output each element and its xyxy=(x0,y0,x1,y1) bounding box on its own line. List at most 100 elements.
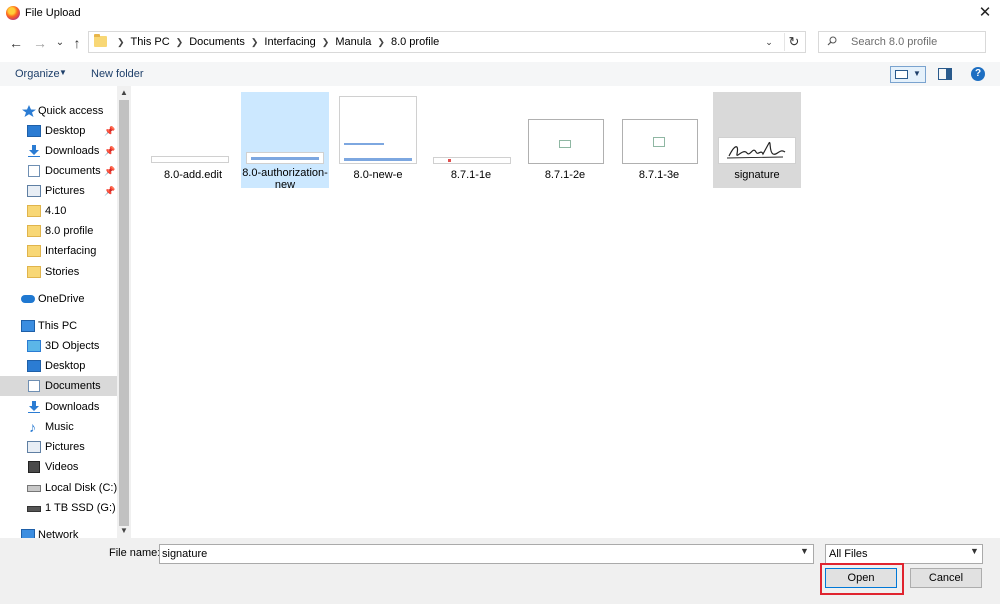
sidebar-item-quick-access[interactable]: Quick access xyxy=(0,101,117,121)
documents-icon xyxy=(28,165,40,177)
sidebar-item-desktop-pc[interactable]: Desktop xyxy=(0,356,117,376)
desktop-icon xyxy=(27,125,41,137)
up-arrow-icon[interactable]: ↑ xyxy=(70,34,84,52)
view-icon xyxy=(895,70,908,79)
sidebar-item-label: Stories xyxy=(45,266,80,278)
local-disk-icon xyxy=(27,485,41,492)
search-box[interactable]: Search 8.0 profile xyxy=(818,31,986,53)
sidebar-item-music[interactable]: ♪ Music xyxy=(0,417,117,437)
3d-objects-icon xyxy=(27,340,41,352)
sidebar-item-label: Network xyxy=(38,529,79,538)
chevron-down-icon[interactable]: ▼ xyxy=(800,546,809,556)
sidebar-item-onedrive[interactable]: OneDrive xyxy=(0,289,117,309)
documents-icon xyxy=(28,380,40,392)
open-button[interactable]: Open xyxy=(825,568,897,588)
sidebar-item-network[interactable]: Network xyxy=(0,525,117,538)
sidebar-item-videos[interactable]: Videos xyxy=(0,457,117,477)
sidebar-item-3d-objects[interactable]: 3D Objects xyxy=(0,336,117,356)
new-folder-button[interactable]: New folder xyxy=(91,68,144,80)
navigation-pane: Quick access Desktop 📌 Downloads 📌 Docum… xyxy=(0,86,131,538)
sidebar-item-pictures-pc[interactable]: Pictures xyxy=(0,437,117,457)
sidebar-item-documents[interactable]: Documents 📌 xyxy=(0,161,117,181)
file-tile[interactable]: 8.0-authorization-new xyxy=(241,92,329,191)
sidebar-item-label: Downloads xyxy=(45,145,100,157)
file-tile[interactable]: 8.0-add.edit xyxy=(149,92,237,188)
pictures-icon xyxy=(27,441,41,453)
sidebar-item-label: Videos xyxy=(45,461,79,473)
file-thumbnail xyxy=(528,119,604,164)
sidebar-item-desktop[interactable]: Desktop 📌 xyxy=(0,121,117,141)
sidebar-item-documents-pc[interactable]: Documents xyxy=(0,376,117,396)
pin-icon: 📌 xyxy=(104,186,116,196)
sidebar-item-ssd[interactable]: 1 TB SSD (G:) xyxy=(0,498,117,518)
file-thumbnail xyxy=(718,137,796,164)
sidebar-item-downloads[interactable]: Downloads 📌 xyxy=(0,141,117,161)
breadcrumb-this-pc[interactable]: This PC xyxy=(131,32,170,52)
sidebar-item-label: Local Disk (C:) xyxy=(45,482,118,494)
sidebar-item-stories[interactable]: Stories xyxy=(0,262,117,282)
file-name: 8.7.1-2e xyxy=(544,169,586,181)
help-icon[interactable]: ? xyxy=(971,67,985,81)
sidebar-item-label: Pictures xyxy=(45,185,85,197)
music-icon: ♪ xyxy=(29,419,36,435)
breadcrumb-manula[interactable]: Manula xyxy=(335,32,371,52)
sidebar-item-label: This PC xyxy=(38,320,78,332)
sidebar-item-label: Pictures xyxy=(45,441,85,453)
thumbnail-content xyxy=(653,137,665,147)
file-name-label: File name: xyxy=(109,547,161,559)
file-name-input[interactable]: signature xyxy=(159,544,814,564)
sidebar-item-label: 4.10 xyxy=(45,205,67,217)
refresh-icon[interactable]: ↻ xyxy=(784,33,803,51)
folder-icon xyxy=(94,34,107,47)
sidebar-item-label: Documents xyxy=(45,380,101,392)
sidebar-item-label: 1 TB SSD (G:) xyxy=(45,502,116,514)
scroll-up-icon[interactable]: ▲ xyxy=(120,88,128,97)
cancel-button[interactable]: Cancel xyxy=(910,568,982,588)
drive-icon xyxy=(27,506,41,512)
sidebar-item-label: Music xyxy=(45,421,74,433)
sidebar-item-4-10[interactable]: 4.10 xyxy=(0,201,117,221)
forward-arrow-icon[interactable]: → xyxy=(32,34,48,52)
file-name: signature xyxy=(734,169,780,181)
sidebar-item-local-disk[interactable]: Local Disk (C:) xyxy=(0,478,117,498)
breadcrumb-interfacing[interactable]: Interfacing xyxy=(264,32,315,52)
pin-icon: 📌 xyxy=(104,146,116,156)
file-type-select[interactable]: All Files xyxy=(825,544,983,564)
window-title: File Upload xyxy=(25,7,81,19)
file-name: 8.7.1-1e xyxy=(450,169,492,181)
sidebar-item-label: 3D Objects xyxy=(45,340,100,352)
network-icon xyxy=(21,529,35,538)
file-tile[interactable]: 8.7.1-2e xyxy=(521,92,609,188)
sidebar-item-downloads-pc[interactable]: Downloads xyxy=(0,397,117,417)
breadcrumb-documents[interactable]: Documents xyxy=(189,32,245,52)
sidebar-item-this-pc[interactable]: This PC xyxy=(0,316,117,336)
preview-pane-fill xyxy=(946,69,951,79)
address-dropdown-icon[interactable]: ⌄ xyxy=(761,34,777,50)
change-view-button[interactable]: ▼ xyxy=(890,66,926,83)
organize-button[interactable]: Organize xyxy=(15,68,60,80)
file-name: 8.0-add.edit xyxy=(163,169,223,181)
sidebar-item-pictures[interactable]: Pictures 📌 xyxy=(0,181,117,201)
file-tile[interactable]: 8.7.1-1e xyxy=(427,92,515,188)
sidebar-item-8-0-profile[interactable]: 8.0 profile xyxy=(0,221,117,241)
file-list: 8.0-add.edit 8.0-authorization-new 8.0-n… xyxy=(131,86,1000,538)
preview-pane-button[interactable] xyxy=(938,68,952,80)
signature-image xyxy=(726,141,786,159)
close-button[interactable]: ✕ xyxy=(974,3,996,23)
sidebar-item-label: OneDrive xyxy=(38,293,85,305)
file-tile[interactable]: signature xyxy=(713,92,801,188)
sidebar-item-interfacing[interactable]: Interfacing xyxy=(0,241,117,261)
folder-icon xyxy=(27,266,41,278)
file-tile[interactable]: 8.0-new-e xyxy=(334,92,422,188)
address-bar[interactable]: ❯ This PC ❯ Documents ❯ Interfacing ❯ Ma… xyxy=(88,31,806,53)
scrollbar-thumb[interactable] xyxy=(119,100,129,526)
scroll-down-icon[interactable]: ▼ xyxy=(120,526,128,535)
file-thumbnail xyxy=(433,157,511,164)
recent-locations-icon[interactable]: ⌄ xyxy=(54,34,66,52)
back-arrow-icon[interactable]: ← xyxy=(8,34,24,52)
file-tile[interactable]: 8.7.1-3e xyxy=(615,92,703,188)
chevron-down-icon[interactable]: ▼ xyxy=(970,546,979,556)
pin-icon: 📌 xyxy=(104,166,116,176)
sidebar-scrollbar[interactable]: ▲ ▼ xyxy=(117,86,131,538)
breadcrumb-8-0-profile[interactable]: 8.0 profile xyxy=(391,32,439,52)
